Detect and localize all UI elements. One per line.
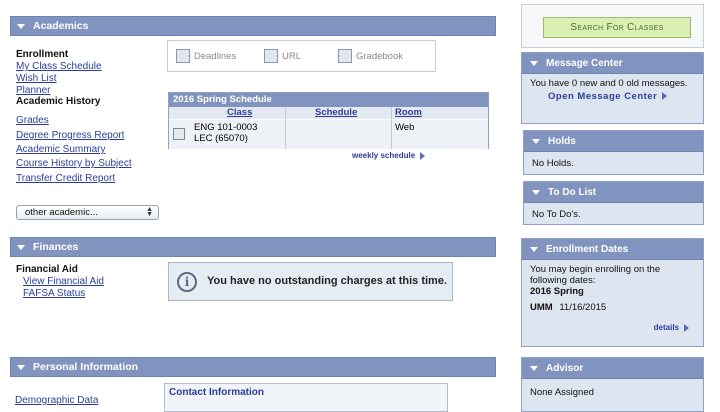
course-history-link[interactable]: Course History by Subject <box>16 158 132 169</box>
enrollment-date: 11/16/2015 <box>559 302 607 313</box>
schedule-row: ENG 101-0003 LEC (65070) Web <box>169 120 488 149</box>
collapse-triangle-icon <box>530 246 538 252</box>
todo-pod: To Do List No To Do's. <box>523 181 704 225</box>
message-center-pod: Message Center You have 0 new and 0 old … <box>521 52 704 124</box>
personal-info-header[interactable]: Personal Information <box>10 357 496 377</box>
collapse-triangle-icon <box>530 60 538 66</box>
gradebook-quicklink[interactable]: Gradebook <box>338 49 403 63</box>
other-academic-select[interactable]: other academic... ▲ ▼ <box>16 205 159 220</box>
transfer-credit-report-link[interactable]: Transfer Credit Report <box>16 173 115 184</box>
holds-pod: Holds No Holds. <box>523 130 704 175</box>
holds-header[interactable]: Holds <box>524 131 703 152</box>
demographic-data-link[interactable]: Demographic Data <box>15 395 98 406</box>
other-academic-select-value: other academic... <box>25 207 98 218</box>
search-for-classes-button[interactable]: Search For Classes <box>543 17 691 38</box>
wish-list-link[interactable]: Wish List <box>16 73 57 84</box>
message-center-title: Message Center <box>546 57 623 69</box>
charges-message: You have no outstanding charges at this … <box>207 275 447 287</box>
info-icon: i <box>177 271 197 292</box>
gradebook-check-icon <box>338 49 352 63</box>
class-column-header[interactable]: Class <box>227 107 252 118</box>
finances-header[interactable]: Finances <box>10 237 496 257</box>
enrollment-details-link[interactable]: details <box>530 322 695 333</box>
contact-info-box: Contact Information <box>164 383 448 412</box>
todo-header[interactable]: To Do List <box>524 182 703 203</box>
collapse-triangle-icon <box>532 189 540 195</box>
collapse-triangle-icon <box>532 138 540 144</box>
charges-message-box: i You have no outstanding charges at thi… <box>168 262 453 301</box>
academic-summary-link[interactable]: Academic Summary <box>16 144 105 155</box>
schedule-title: 2016 Spring Schedule <box>169 93 488 107</box>
advisor-title: Advisor <box>546 362 584 374</box>
advisor-pod: Advisor None Assigned <box>521 357 704 412</box>
advisor-text: None Assigned <box>530 387 594 398</box>
academics-header[interactable]: Academics <box>10 16 496 36</box>
details-label: details <box>653 323 679 332</box>
schedule-column-header[interactable]: Schedule <box>315 107 357 118</box>
deadlines-label: Deadlines <box>194 50 237 62</box>
class-section: LEC (65070) <box>194 133 248 144</box>
holds-text: No Holds. <box>532 158 574 169</box>
my-class-schedule-link[interactable]: My Class Schedule <box>16 61 102 72</box>
planner-link[interactable]: Planner <box>16 85 50 96</box>
weekly-schedule-link[interactable]: weekly schedule <box>352 151 426 160</box>
collapse-triangle-icon <box>530 365 538 371</box>
enrollment-label: Enrollment <box>16 49 69 60</box>
open-message-center-label: Open Message Center <box>548 91 658 102</box>
enrollment-dates-title: Enrollment Dates <box>546 243 629 255</box>
academics-header-title: Academics <box>33 20 89 32</box>
url-quicklink[interactable]: URL <box>264 49 301 63</box>
quick-links-box: Deadlines URL Gradebook <box>167 40 436 72</box>
finances-header-title: Finances <box>33 241 79 253</box>
calendar-icon <box>176 49 190 63</box>
open-message-center-link[interactable]: Open Message Center <box>548 91 695 102</box>
class-code: ENG 101-0003 <box>194 122 258 133</box>
enrollment-campus: UMM <box>530 302 553 313</box>
fafsa-status-link[interactable]: FAFSA Status <box>23 288 85 299</box>
holds-title: Holds <box>548 135 576 147</box>
enrollment-dates-pod: Enrollment Dates You may begin enrolling… <box>521 238 704 347</box>
arrow-right-icon <box>662 92 668 101</box>
grades-link[interactable]: Grades <box>16 115 49 126</box>
deadlines-quicklink[interactable]: Deadlines <box>176 49 236 63</box>
url-icon <box>264 49 278 63</box>
class-room: Web <box>395 122 415 133</box>
enrollment-dates-header[interactable]: Enrollment Dates <box>522 239 703 260</box>
message-center-header[interactable]: Message Center <box>522 53 703 74</box>
gradebook-label: Gradebook <box>356 50 404 62</box>
class-info-icon[interactable] <box>173 128 185 140</box>
select-arrows-icon: ▲ ▼ <box>146 206 153 218</box>
todo-text: No To Do's. <box>532 209 581 220</box>
advisor-header[interactable]: Advisor <box>522 358 703 379</box>
view-financial-aid-link[interactable]: View Financial Aid <box>23 276 104 287</box>
table-divider <box>285 107 286 149</box>
academic-history-label: Academic History <box>16 96 101 107</box>
todo-title: To Do List <box>548 186 597 198</box>
collapse-triangle-icon <box>17 364 25 370</box>
arrow-right-icon <box>684 323 689 332</box>
financial-aid-label: Financial Aid <box>16 264 78 275</box>
room-column-header[interactable]: Room <box>395 107 422 118</box>
message-center-text: You have 0 new and 0 old messages. <box>530 78 688 89</box>
collapse-triangle-icon <box>17 244 25 250</box>
url-label: URL <box>282 50 302 62</box>
weekly-schedule-label: weekly schedule <box>352 151 416 160</box>
contact-info-title: Contact Information <box>169 387 264 398</box>
collapse-triangle-icon <box>17 23 25 29</box>
table-divider <box>391 107 392 149</box>
enrollment-dates-text: You may begin enrolling on the following… <box>530 264 661 286</box>
enrollment-term: 2016 Spring <box>530 286 584 297</box>
personal-info-header-title: Personal Information <box>33 361 139 373</box>
arrow-right-icon <box>420 151 426 160</box>
degree-progress-report-link[interactable]: Degree Progress Report <box>16 130 124 141</box>
schedule-table: 2016 Spring Schedule Class Schedule Room… <box>168 92 489 149</box>
